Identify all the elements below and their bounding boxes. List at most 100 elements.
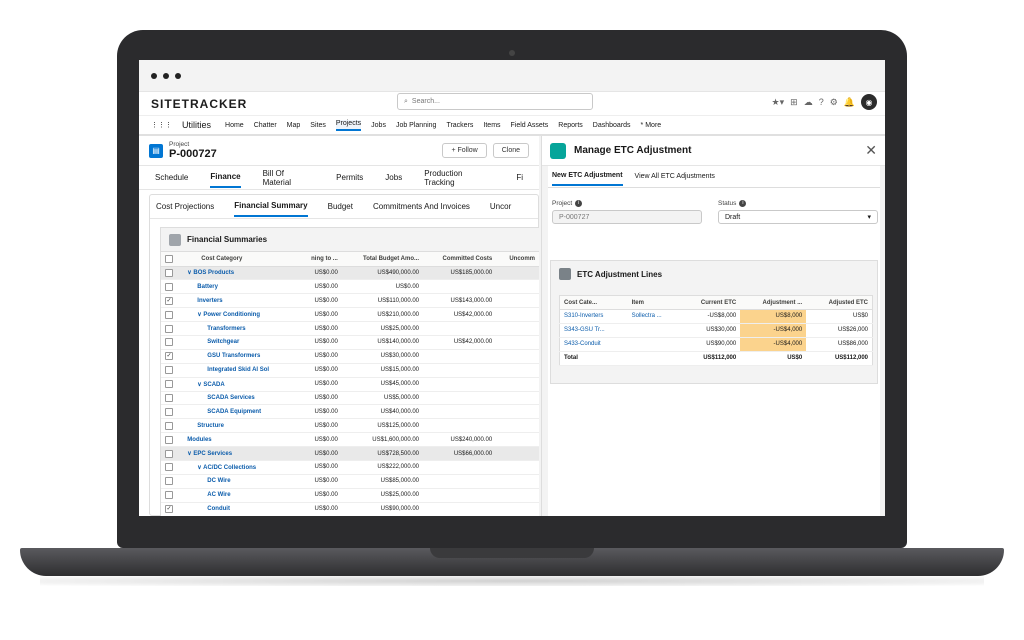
cost-category[interactable]: Structure — [181, 418, 298, 434]
status-select[interactable]: Draft ▾ — [718, 210, 878, 224]
cost-category[interactable]: Conduit — [181, 502, 298, 516]
column-header[interactable]: Adjusted ETC — [806, 295, 873, 310]
cost-category[interactable]: Inverters — [181, 293, 298, 309]
checkbox[interactable] — [165, 380, 173, 389]
row-checkbox[interactable] — [161, 404, 182, 420]
checkbox[interactable]: ✓ — [165, 296, 173, 305]
avatar[interactable]: ◉ — [861, 94, 877, 110]
finance-tab[interactable]: Financial Summary — [234, 196, 308, 217]
row-checkbox[interactable]: ✓ — [161, 502, 182, 516]
window-dot[interactable] — [151, 72, 157, 79]
cost-category-link[interactable]: S343-GSU Tr... — [559, 323, 628, 338]
checkbox[interactable]: ✓ — [165, 505, 173, 514]
column-header[interactable]: Committed Costs — [423, 252, 497, 267]
column-header[interactable]: Cost Cate... — [559, 295, 628, 310]
record-tab[interactable]: Bill Of Material — [263, 169, 315, 187]
record-tab[interactable]: Schedule — [155, 173, 188, 182]
nav-item[interactable]: Reports — [558, 122, 583, 129]
nav-item[interactable]: Projects — [335, 119, 362, 131]
window-dot[interactable] — [163, 72, 169, 79]
project-input[interactable]: P-000727 — [552, 210, 702, 224]
adjustment-cell[interactable]: -US$4,000 — [740, 337, 807, 352]
column-header[interactable]: Current ETC — [680, 295, 741, 310]
checkbox[interactable] — [165, 435, 173, 444]
favorites-icon[interactable]: ★▾ — [772, 97, 785, 108]
nav-item[interactable]: Job Planning — [396, 122, 436, 129]
row-checkbox[interactable] — [161, 307, 182, 323]
nav-item[interactable]: Jobs — [371, 122, 386, 129]
checkbox[interactable] — [165, 268, 173, 277]
checkbox[interactable] — [165, 477, 173, 486]
adjustment-cell[interactable]: US$8,000 — [740, 309, 807, 324]
column-header[interactable]: Item — [627, 295, 681, 310]
select-all-checkbox[interactable] — [161, 252, 182, 267]
column-header[interactable]: Cost Category — [181, 252, 298, 267]
checkbox[interactable] — [165, 324, 173, 333]
cost-category[interactable]: SCADA Services — [181, 391, 298, 406]
column-header[interactable]: ning to ... — [297, 252, 342, 267]
panel-tab[interactable]: New ETC Adjustment — [552, 167, 623, 186]
record-tab[interactable]: Finance — [210, 167, 241, 188]
row-checkbox[interactable] — [161, 363, 182, 378]
cost-category[interactable]: GSU Transformers — [181, 349, 298, 364]
nav-item[interactable]: Home — [225, 122, 244, 129]
row-checkbox[interactable] — [161, 335, 182, 350]
item-link[interactable] — [627, 337, 681, 352]
column-header[interactable]: Uncomm — [496, 252, 539, 267]
checkbox[interactable] — [165, 449, 173, 458]
row-checkbox[interactable] — [161, 446, 182, 461]
cost-category[interactable]: Switchgear — [181, 335, 298, 350]
cost-category[interactable]: ∨ EPC Services — [181, 446, 298, 461]
checkbox[interactable]: ✓ — [165, 352, 173, 361]
nav-item[interactable]: Items — [483, 122, 500, 129]
close-icon[interactable]: ✕ — [865, 142, 877, 159]
checkbox[interactable] — [165, 421, 173, 430]
checkbox[interactable] — [165, 393, 173, 402]
column-header[interactable]: Adjustment ... — [740, 295, 807, 310]
cloud-icon[interactable]: ☁ — [804, 97, 813, 108]
adjustment-cell[interactable]: -US$4,000 — [740, 323, 807, 338]
row-checkbox[interactable]: ✓ — [161, 293, 182, 309]
cost-category[interactable]: Transformers — [181, 321, 298, 336]
row-checkbox[interactable]: ✓ — [161, 349, 182, 364]
checkbox[interactable] — [165, 282, 173, 291]
cost-category[interactable]: DC Wire — [181, 474, 298, 489]
checkbox[interactable] — [165, 338, 173, 347]
bell-icon[interactable]: 🔔 — [844, 97, 855, 108]
checkbox[interactable] — [165, 366, 173, 375]
row-checkbox[interactable] — [161, 391, 182, 406]
cost-category[interactable]: Integrated Skid Al Sol — [181, 363, 298, 378]
column-header[interactable]: Total Budget Amo... — [341, 252, 424, 267]
panel-tab[interactable]: View All ETC Adjustments — [635, 173, 715, 180]
nav-item[interactable]: Field Assets — [511, 122, 549, 129]
cost-category[interactable]: SCADA Equipment — [181, 404, 298, 420]
finance-tab[interactable]: Uncor — [490, 202, 511, 211]
nav-item[interactable]: Dashboards — [593, 122, 631, 129]
row-checkbox[interactable] — [161, 474, 182, 489]
cost-category[interactable]: ∨ BOS Products — [181, 266, 298, 281]
follow-button[interactable]: + Follow — [442, 143, 487, 158]
finance-tab[interactable]: Cost Projections — [156, 202, 214, 211]
nav-item[interactable]: * More — [641, 122, 662, 129]
help-icon[interactable]: ? — [819, 97, 824, 107]
record-tab[interactable]: Jobs — [385, 173, 402, 182]
row-checkbox[interactable] — [161, 377, 182, 392]
row-checkbox[interactable] — [161, 488, 182, 503]
checkbox[interactable] — [165, 407, 173, 416]
cost-category[interactable]: ∨ Power Conditioning — [181, 307, 298, 323]
nav-item[interactable]: Chatter — [254, 122, 277, 129]
record-tab[interactable]: Production Tracking — [424, 169, 494, 187]
nav-item[interactable]: Map — [287, 122, 301, 129]
finance-tab[interactable]: Commitments And Invoices — [373, 202, 470, 211]
checkbox[interactable] — [165, 491, 173, 500]
app-launcher-icon[interactable]: ⋮⋮⋮ — [151, 121, 172, 129]
window-dot[interactable] — [175, 72, 181, 79]
item-link[interactable] — [627, 323, 681, 338]
cost-category[interactable]: ∨ SCADA — [181, 377, 298, 392]
checkbox[interactable] — [165, 463, 173, 472]
cost-category[interactable]: AC Wire — [181, 488, 298, 503]
search-input[interactable]: ⌕ Search... — [397, 93, 593, 110]
row-checkbox[interactable] — [161, 460, 182, 475]
cost-category[interactable]: ∨ AC/DC Collections — [181, 460, 298, 475]
clone-button[interactable]: Clone — [492, 143, 529, 158]
